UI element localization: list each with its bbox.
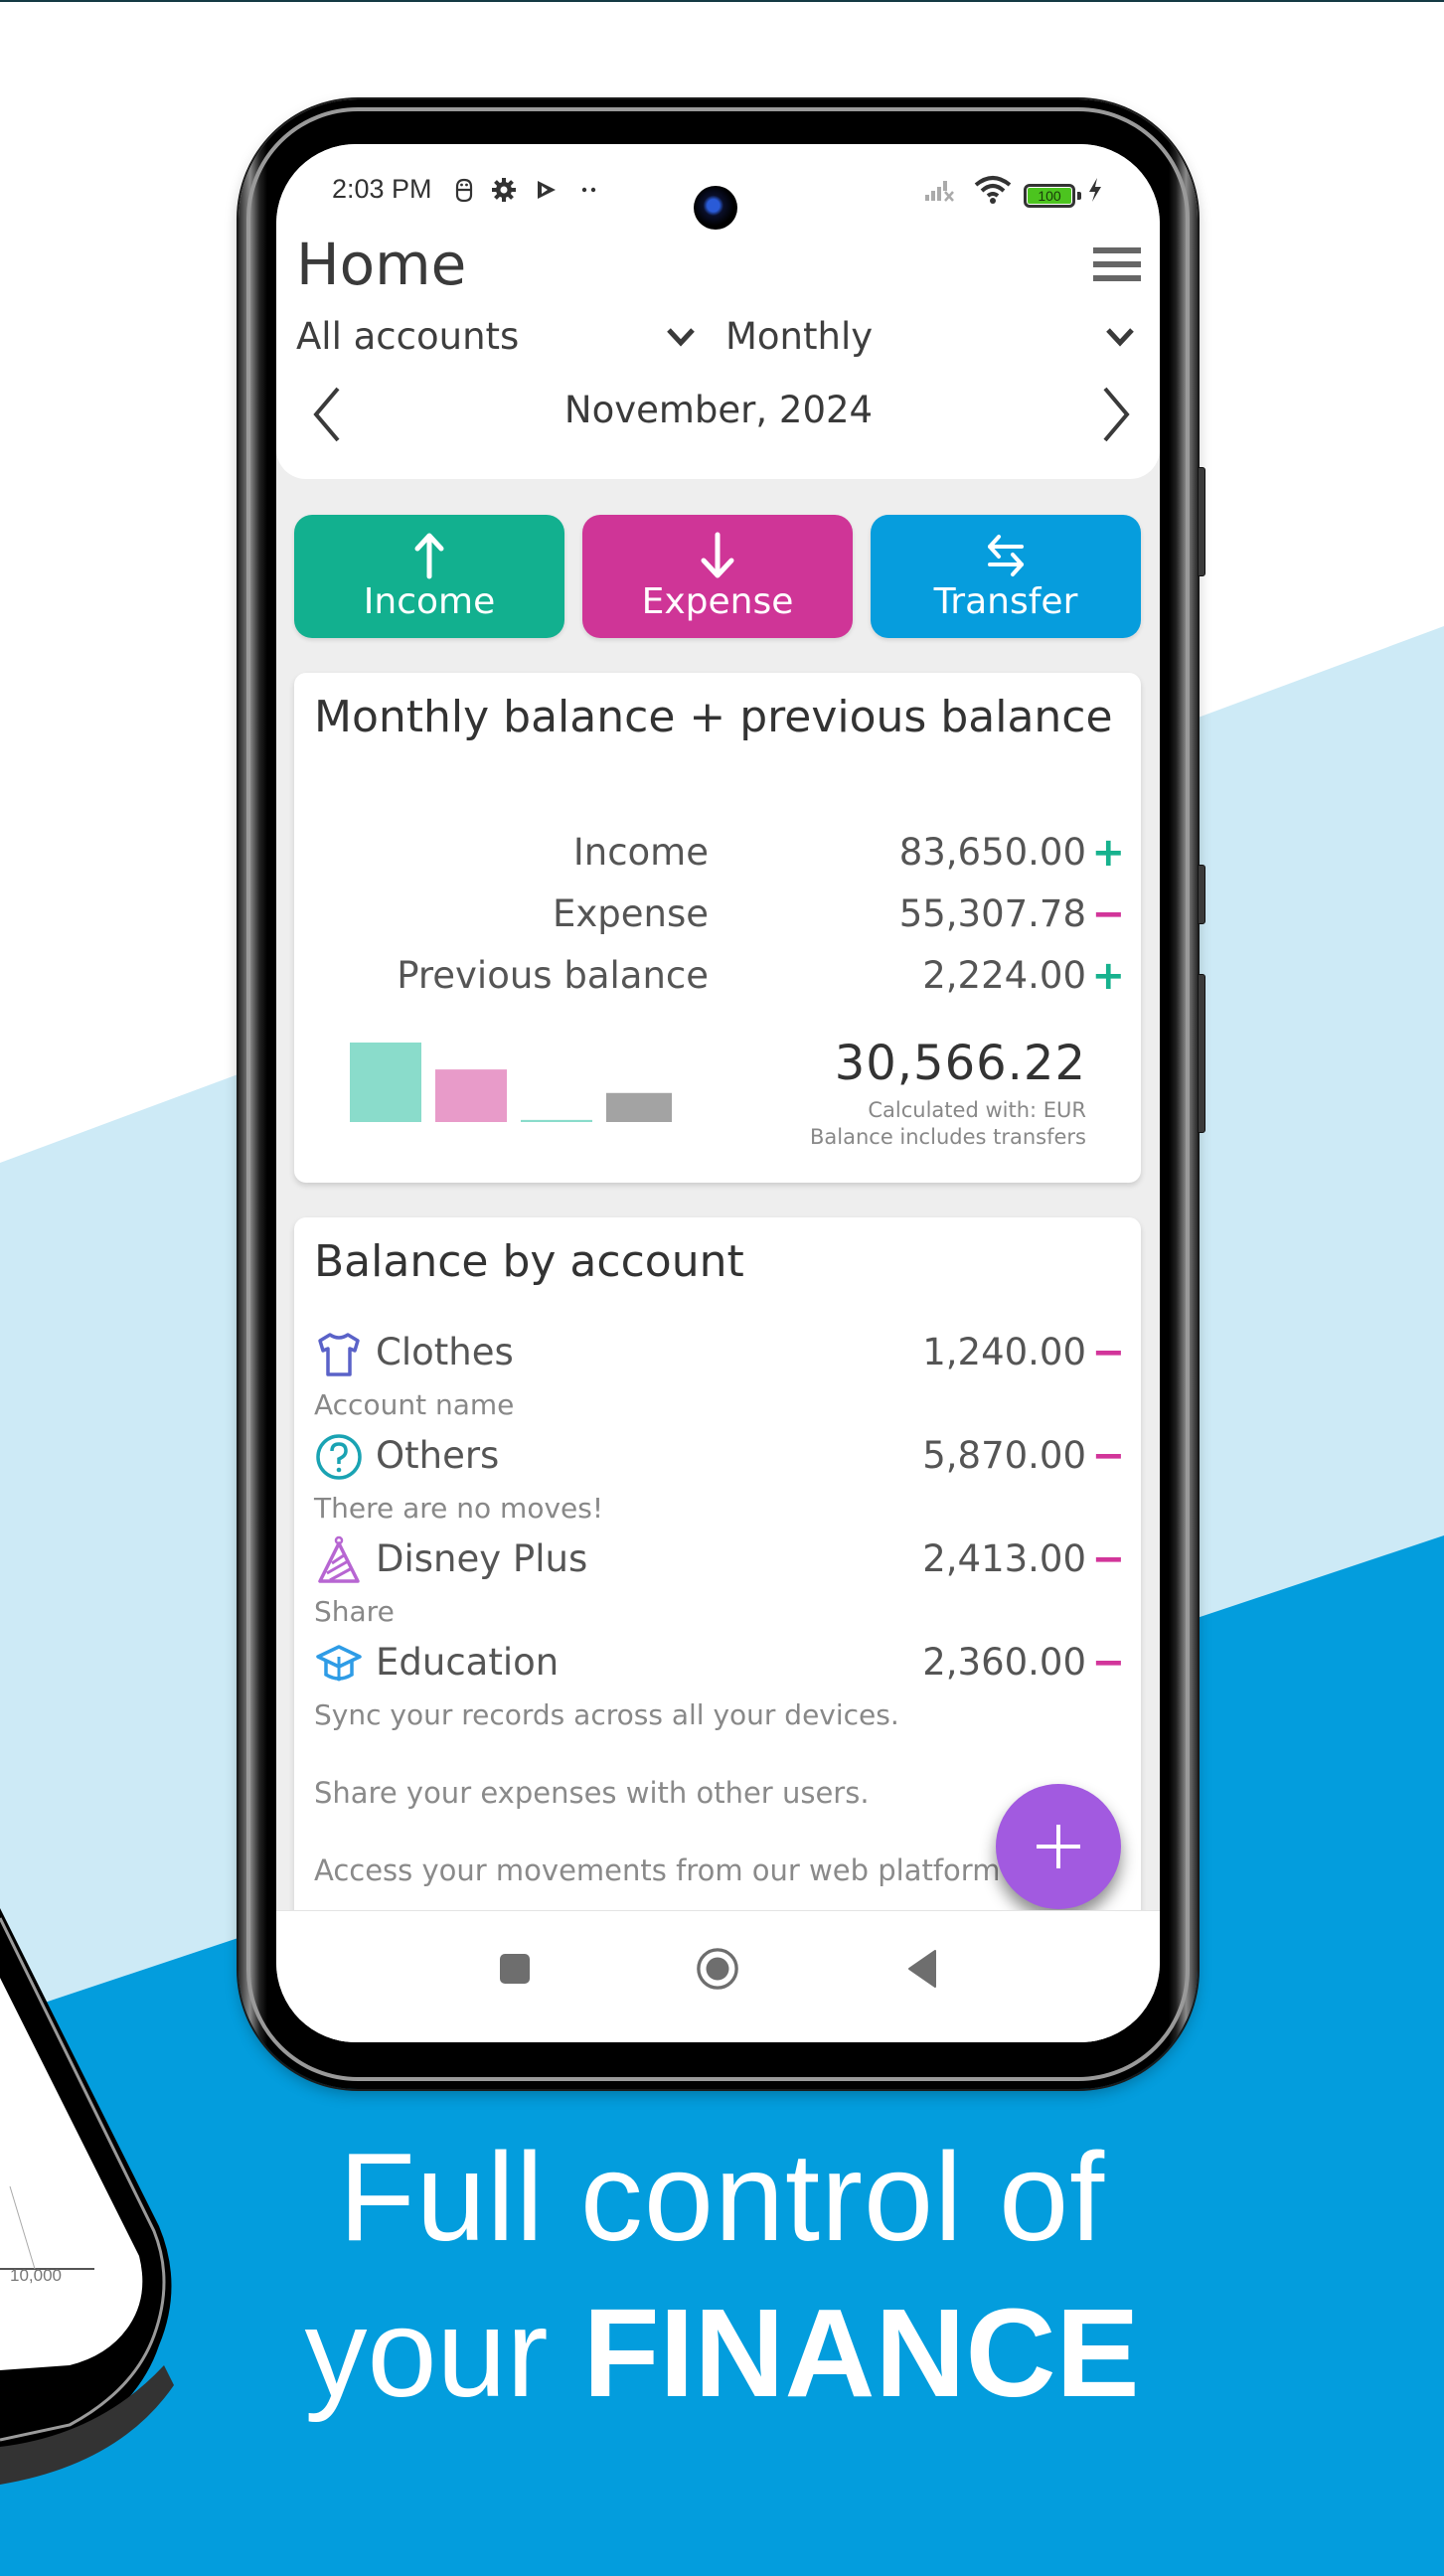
question-circle-icon — [314, 1432, 364, 1482]
expense-button-label: Expense — [641, 581, 794, 622]
account-row[interactable]: Others 5,870.00 − — [314, 1428, 1125, 1484]
balance-mini-bar-chart — [350, 1043, 672, 1122]
account-subtitle: Sync your records across all your device… — [314, 1698, 899, 1731]
balance-row-label: Previous balance — [397, 954, 709, 997]
front-camera — [694, 186, 737, 230]
card-title: Monthly balance + previous balance — [314, 692, 1113, 742]
mini-chart-bar-income — [350, 1043, 421, 1122]
card-title: Balance by account — [314, 1236, 744, 1287]
t-shirt-icon — [314, 1329, 364, 1378]
side-button — [1198, 865, 1205, 924]
period-filter-dropdown[interactable]: Monthly — [725, 315, 873, 359]
promo-text: Access your movements from our web platf… — [314, 1853, 1001, 1887]
hamburger-menu-icon[interactable] — [1093, 247, 1141, 287]
account-value: 2,360.00 — [922, 1641, 1086, 1684]
battery-level: 100 — [1028, 188, 1071, 204]
account-subtitle: There are no moves! — [314, 1492, 604, 1525]
balance-row-value: 2,224.00 — [922, 954, 1086, 997]
tagline-line-2: your FINANCE — [0, 2281, 1444, 2425]
arrow-up-icon — [414, 533, 444, 579]
balance-row-expense: Expense 55,307.78 − — [294, 886, 1141, 942]
minus-sign-icon: − — [1091, 1330, 1125, 1375]
balance-row-previous: Previous balance 2,224.00 + — [294, 948, 1141, 1004]
phone-frame: 2:03 PM 100 Home All accounts Monthly No… — [239, 99, 1205, 2089]
minus-sign-icon: − — [1091, 1433, 1125, 1479]
transfer-arrows-icon — [988, 535, 1024, 576]
period-navigator: November, 2024 — [296, 379, 1141, 448]
mini-chart-bar-previous-balance — [521, 1119, 592, 1122]
settings-gear-icon — [490, 176, 518, 204]
tagline-regular: your — [304, 2283, 583, 2423]
next-period-chevron-right-icon[interactable] — [1095, 385, 1135, 444]
plus-icon — [1037, 1825, 1080, 1868]
system-navigation-bar — [276, 1910, 1160, 2042]
mini-chart-bar-expense — [435, 1069, 507, 1122]
balance-row-income: Income 83,650.00 + — [294, 825, 1141, 881]
promo-text: Share your expenses with other users. — [314, 1776, 870, 1810]
minus-sign-icon: − — [1091, 1640, 1125, 1686]
wifi-icon — [972, 176, 1014, 204]
chevron-down-icon[interactable] — [664, 319, 698, 353]
transfer-button-label: Transfer — [933, 581, 1078, 622]
account-name: Disney Plus — [376, 1537, 588, 1580]
tagline-bold: FINANCE — [582, 2283, 1140, 2423]
account-value: 5,870.00 — [922, 1434, 1086, 1477]
account-name: Education — [376, 1641, 560, 1684]
plus-sign-icon: + — [1091, 830, 1125, 876]
account-subtitle: Share — [314, 1595, 395, 1628]
current-period-label: November, 2024 — [563, 389, 874, 431]
add-fab-button[interactable] — [996, 1784, 1121, 1909]
account-filter-dropdown[interactable]: All accounts — [296, 315, 519, 359]
android-debug-icon — [453, 176, 475, 204]
plus-sign-icon: + — [1091, 953, 1125, 999]
tagline-line-1: Full control of — [338, 2127, 1106, 2267]
balance-total: 30,566.22 — [834, 1036, 1086, 1091]
page-title: Home — [296, 231, 467, 298]
monthly-balance-card: Monthly balance + previous balance Incom… — [294, 673, 1141, 1183]
title-row: Home — [296, 230, 1141, 299]
mini-chart-bar-balance — [606, 1092, 672, 1122]
currency-note: Calculated with: EUR — [868, 1098, 1086, 1122]
minus-sign-icon: − — [1091, 891, 1125, 937]
balance-row-value: 83,650.00 — [898, 831, 1086, 874]
chevron-down-icon[interactable] — [1103, 319, 1137, 353]
balance-row-label: Income — [572, 831, 709, 874]
party-hat-icon — [314, 1535, 364, 1585]
account-row[interactable]: Disney Plus 2,413.00 − — [314, 1531, 1125, 1587]
graduation-cap-icon — [314, 1639, 364, 1689]
balance-row-value: 55,307.78 — [898, 892, 1086, 935]
battery-icon: 100 — [1024, 184, 1075, 208]
status-time: 2:03 PM — [332, 174, 432, 204]
income-button-label: Income — [363, 581, 496, 622]
side-button — [1198, 974, 1205, 1133]
account-row[interactable]: Education 2,360.00 − — [314, 1635, 1125, 1690]
more-dots-icon — [579, 176, 599, 204]
account-name: Clothes — [376, 1331, 514, 1373]
signal-no-service-icon — [922, 176, 962, 204]
account-value: 2,413.00 — [922, 1537, 1086, 1580]
phone-screen: 2:03 PM 100 Home All accounts Monthly No… — [276, 144, 1160, 2042]
back-triangle-icon[interactable] — [900, 1947, 944, 1991]
income-button[interactable]: Income — [294, 515, 564, 638]
home-circle-icon[interactable] — [696, 1947, 739, 1991]
side-button — [1198, 467, 1205, 576]
filter-row: All accounts Monthly — [296, 311, 1141, 361]
battery-cap — [1077, 192, 1081, 200]
expense-button[interactable]: Expense — [582, 515, 853, 638]
balance-row-label: Expense — [552, 892, 709, 935]
transfers-note: Balance includes transfers — [809, 1125, 1086, 1149]
minus-sign-icon: − — [1091, 1536, 1125, 1582]
charging-bolt-icon — [1086, 176, 1104, 204]
transfer-button[interactable]: Transfer — [871, 515, 1141, 638]
account-value: 1,240.00 — [922, 1331, 1086, 1373]
account-subtitle: Account name — [314, 1388, 515, 1421]
app-header: 2:03 PM 100 Home All accounts Monthly No… — [276, 144, 1160, 479]
arrow-down-icon — [701, 532, 734, 578]
account-name: Others — [376, 1434, 500, 1477]
recents-square-icon[interactable] — [493, 1947, 537, 1991]
account-row[interactable]: Clothes 1,240.00 − — [314, 1325, 1125, 1380]
quick-actions: Income Expense Transfer — [294, 515, 1141, 638]
play-store-icon — [535, 176, 559, 204]
status-bar: 2:03 PM 100 — [276, 164, 1160, 230]
